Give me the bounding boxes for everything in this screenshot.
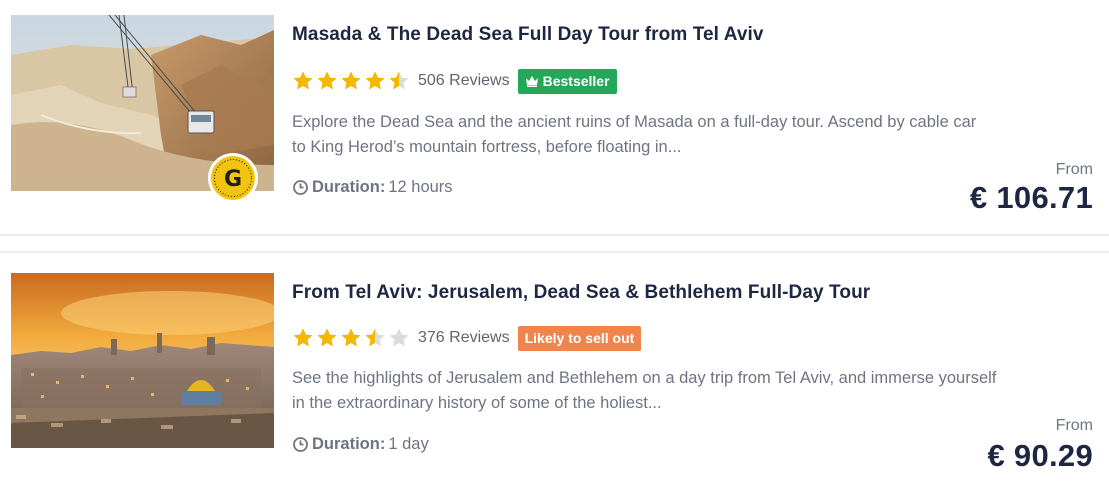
review-count[interactable]: 506 Reviews [418, 72, 510, 90]
duration-label: Duration: [312, 178, 386, 196]
star-full-icon [317, 328, 337, 347]
tour-title[interactable]: Masada & The Dead Sea Full Day Tour from… [292, 24, 764, 46]
getyourguide-logo-badge: G [208, 153, 258, 203]
tour-price: € 106.71 [969, 180, 1093, 215]
price-from-label: From [1055, 161, 1093, 178]
clock-icon [293, 180, 308, 195]
description-line: Explore the Dead Sea and the ancient rui… [292, 113, 977, 131]
description-line: in the extraordinary history of some of … [292, 394, 662, 412]
svg-text:G: G [224, 167, 242, 192]
star-rating [292, 327, 410, 349]
star-half-icon [389, 71, 409, 90]
card-divider [0, 251, 1109, 253]
duration-value: 1 day [388, 435, 429, 453]
clock-icon [293, 437, 308, 452]
star-full-icon [293, 71, 313, 90]
rating-row: 506 Reviews Bestseller [292, 68, 617, 94]
duration-value: 12 hours [388, 178, 453, 196]
duration-label: Duration: [312, 435, 386, 453]
star-half-icon [365, 328, 385, 347]
tour-description: Explore the Dead Sea and the ancient rui… [292, 110, 1052, 160]
tour-image[interactable] [11, 273, 274, 448]
review-count[interactable]: 376 Reviews [418, 329, 510, 347]
star-full-icon [341, 71, 361, 90]
likely-to-sell-out-badge: Likely to sell out [517, 325, 642, 351]
star-full-icon [293, 328, 313, 347]
card-divider [0, 234, 1109, 236]
crown-icon [525, 76, 538, 87]
tour-price: € 90.29 [987, 438, 1093, 473]
star-full-icon [317, 71, 337, 90]
tour-duration: Duration: 12 hours [292, 178, 453, 197]
star-full-icon [365, 71, 385, 90]
rating-row: 376 Reviews Likely to sell out [292, 325, 642, 351]
badge-label: Likely to sell out [524, 329, 635, 346]
price-from-label: From [1055, 417, 1093, 434]
bestseller-badge: Bestseller [517, 68, 617, 94]
tour-card[interactable]: From Tel Aviv: Jerusalem, Dead Sea & Bet… [0, 255, 1109, 483]
description-line: to King Herod’s mountain fortress, befor… [292, 138, 682, 156]
tour-title[interactable]: From Tel Aviv: Jerusalem, Dead Sea & Bet… [292, 282, 870, 304]
star-rating [292, 70, 410, 92]
tour-duration: Duration: 1 day [292, 435, 429, 454]
badge-label: Bestseller [542, 72, 610, 89]
star-full-icon [341, 328, 361, 347]
tour-description: See the highlights of Jerusalem and Beth… [292, 366, 1052, 416]
star-empty-icon [389, 328, 409, 347]
tour-card[interactable]: G Masada & The Dead Sea Full Day Tour fr… [0, 0, 1109, 235]
description-line: See the highlights of Jerusalem and Beth… [292, 369, 997, 387]
